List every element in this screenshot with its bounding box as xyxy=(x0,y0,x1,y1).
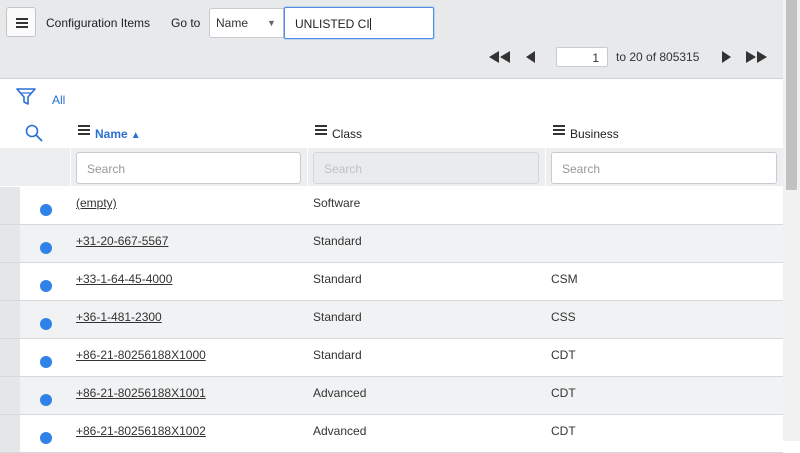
column-menu-icon[interactable] xyxy=(553,125,565,137)
dropdown-caret-icon: ▼ xyxy=(267,18,276,28)
row-name-link[interactable]: +86-21-80256188X1002 xyxy=(76,424,206,438)
table-row[interactable]: +36-1-481-2300 Standard CSS xyxy=(0,301,783,339)
goto-label: Go to xyxy=(171,16,201,30)
table-row[interactable]: +86-21-80256188X1000 Standard CDT xyxy=(0,339,783,377)
row-class: Advanced xyxy=(313,424,367,438)
row-gutter xyxy=(0,301,20,338)
row-name-link[interactable]: (empty) xyxy=(76,196,117,210)
class-search-input: Search xyxy=(313,152,539,184)
row-class: Standard xyxy=(313,234,362,248)
status-dot-icon xyxy=(40,242,52,254)
filter-icon[interactable] xyxy=(16,87,36,110)
sort-ascending-icon: ▲ xyxy=(130,130,141,141)
row-gutter xyxy=(0,225,20,262)
vertical-scrollbar[interactable] xyxy=(783,0,800,441)
list-menu-button[interactable] xyxy=(6,7,36,37)
scrollbar-thumb[interactable] xyxy=(786,0,797,190)
list-header: Configuration Items Go to Name ▼ UNLISTE… xyxy=(0,0,783,79)
first-page-button[interactable] xyxy=(488,50,512,64)
right-arrow-icon xyxy=(722,51,731,63)
row-name-link[interactable]: +86-21-80256188X1001 xyxy=(76,386,206,400)
breadcrumb-all-link[interactable]: All xyxy=(52,93,65,107)
table-row[interactable]: +33-1-64-45-4000 Standard CSM xyxy=(0,263,783,301)
text-cursor xyxy=(369,18,371,30)
status-dot-icon xyxy=(40,280,52,292)
status-dot-icon xyxy=(40,432,52,444)
row-name-link[interactable]: +36-1-481-2300 xyxy=(76,310,162,324)
status-dot-icon xyxy=(40,394,52,406)
goto-search-value: UNLISTED CI xyxy=(295,17,370,31)
status-dot-icon xyxy=(40,204,52,216)
column-header-class[interactable]: Class xyxy=(315,125,362,141)
row-name-link[interactable]: +31-20-667-5567 xyxy=(76,234,168,248)
row-business: CSM xyxy=(551,272,578,286)
search-icon xyxy=(25,124,43,142)
row-gutter xyxy=(0,415,20,452)
row-class: Standard xyxy=(313,348,362,362)
left-arrow-icon xyxy=(526,51,535,63)
table-row[interactable]: +86-21-80256188X1001 Advanced CDT xyxy=(0,377,783,415)
row-gutter xyxy=(0,187,20,224)
row-class: Standard xyxy=(313,310,362,324)
last-page-button[interactable] xyxy=(744,50,768,64)
page-range-text: to 20 of 805315 xyxy=(616,50,700,64)
row-business: CDT xyxy=(551,424,576,438)
row-class: Standard xyxy=(313,272,362,286)
row-name-link[interactable]: +33-1-64-45-4000 xyxy=(76,272,172,286)
row-name-link[interactable]: +86-21-80256188X1000 xyxy=(76,348,206,362)
business-search-input[interactable]: Search xyxy=(551,152,777,184)
goto-field-select[interactable]: Name ▼ xyxy=(209,8,284,38)
row-gutter xyxy=(0,377,20,414)
hamburger-icon xyxy=(16,18,28,28)
row-business: CSS xyxy=(551,310,576,324)
page-number-value: 1 xyxy=(592,51,599,65)
row-class: Advanced xyxy=(313,386,367,400)
table-row[interactable]: (empty) Software xyxy=(0,187,783,225)
column-menu-icon[interactable] xyxy=(78,125,90,137)
row-gutter xyxy=(0,263,20,300)
page-number-input[interactable]: 1 xyxy=(556,47,608,67)
row-business: CDT xyxy=(551,386,576,400)
column-menu-icon[interactable] xyxy=(315,125,327,137)
next-page-button[interactable] xyxy=(720,50,732,64)
goto-search-input[interactable]: UNLISTED CI xyxy=(284,7,434,39)
table-row[interactable]: +31-20-667-5567 Standard xyxy=(0,225,783,263)
column-search-toggle[interactable] xyxy=(25,124,43,145)
previous-page-button[interactable] xyxy=(525,50,537,64)
status-dot-icon xyxy=(40,356,52,368)
double-right-arrow-icon xyxy=(746,51,767,63)
row-gutter xyxy=(0,339,20,376)
list-title: Configuration Items xyxy=(46,16,151,30)
goto-field-value: Name xyxy=(216,16,249,30)
column-header-name[interactable]: Name ▲ xyxy=(78,125,141,141)
status-dot-icon xyxy=(40,318,52,330)
name-search-input[interactable]: Search xyxy=(76,152,301,184)
row-business: CDT xyxy=(551,348,576,362)
double-left-arrow-icon xyxy=(489,51,510,63)
row-class: Software xyxy=(313,196,361,210)
table-row[interactable]: +86-21-80256188X1002 Advanced CDT xyxy=(0,415,783,453)
column-header-business[interactable]: Business xyxy=(553,125,619,141)
